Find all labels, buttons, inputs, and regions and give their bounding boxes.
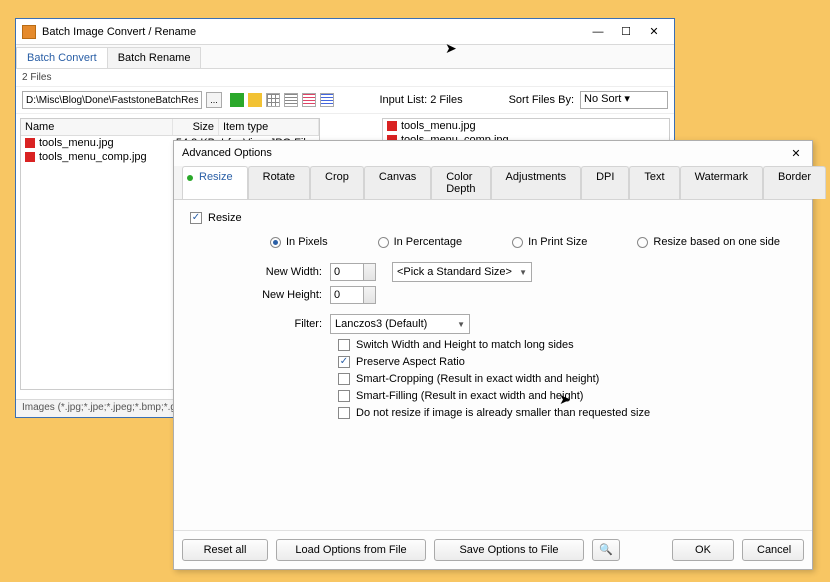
- height-spinner[interactable]: [364, 286, 376, 304]
- sort-label: Sort Files By:: [509, 94, 574, 106]
- close-button[interactable]: ✕: [640, 22, 668, 42]
- opt-switch-wh-checkbox[interactable]: [338, 339, 350, 351]
- radio-print-size[interactable]: In Print Size: [512, 236, 587, 248]
- tab-batch-rename[interactable]: Batch Rename: [107, 47, 202, 68]
- resize-checkbox[interactable]: [190, 212, 202, 224]
- file-count-label: 2 Files: [16, 69, 674, 87]
- preview-button[interactable]: 🔍: [592, 539, 620, 561]
- file-icon: [387, 121, 397, 131]
- path-input[interactable]: [22, 91, 202, 109]
- close-icon[interactable]: ✕: [788, 147, 804, 160]
- browse-button[interactable]: ...: [206, 92, 222, 108]
- filter-combo[interactable]: Lanczos3 (Default)▼: [330, 314, 470, 334]
- tab-crop[interactable]: Crop: [310, 166, 364, 199]
- tab-watermark[interactable]: Watermark: [680, 166, 763, 199]
- col-size[interactable]: Size: [173, 119, 219, 135]
- folder-up-icon[interactable]: [230, 93, 244, 107]
- tab-color-depth[interactable]: Color Depth: [431, 166, 490, 199]
- thumbnails-icon[interactable]: [266, 93, 280, 107]
- radio-one-side[interactable]: Resize based on one side: [637, 236, 780, 248]
- radio-percentage[interactable]: In Percentage: [378, 236, 463, 248]
- save-options-button[interactable]: Save Options to File: [434, 539, 584, 561]
- file-icon: [25, 138, 35, 148]
- opt-smart-cropping-checkbox[interactable]: [338, 373, 350, 385]
- radio-pixels[interactable]: In Pixels: [270, 236, 328, 248]
- list-item[interactable]: tools_menu.jpg: [383, 119, 669, 133]
- advanced-options-dialog: Advanced Options ✕ Resize Rotate Crop Ca…: [173, 140, 813, 570]
- opt-no-upscale-checkbox[interactable]: [338, 407, 350, 419]
- path-row: ... Input List: 2 Files Sort Files By: N…: [16, 87, 674, 114]
- resize-checkbox-label: Resize: [208, 212, 242, 224]
- maximize-button[interactable]: ☐: [612, 22, 640, 42]
- new-height-input[interactable]: [330, 286, 364, 304]
- view-details-icon[interactable]: [302, 93, 316, 107]
- width-spinner[interactable]: [364, 263, 376, 281]
- dialog-title: Advanced Options: [182, 147, 272, 160]
- opt-preserve-aspect-checkbox[interactable]: [338, 356, 350, 368]
- app-icon: [22, 25, 36, 39]
- tab-text[interactable]: Text: [629, 166, 679, 199]
- new-height-label: New Height:: [190, 289, 330, 301]
- input-list-label: Input List: 2 Files: [379, 94, 462, 106]
- view-list-icon[interactable]: [284, 93, 298, 107]
- file-icon: [25, 152, 35, 162]
- minimize-button[interactable]: —: [584, 22, 612, 42]
- tab-batch-convert[interactable]: Batch Convert: [16, 47, 108, 68]
- view-tiles-icon[interactable]: [320, 93, 334, 107]
- new-width-input[interactable]: [330, 263, 364, 281]
- tab-resize[interactable]: Resize: [182, 166, 248, 199]
- opt-smart-filling-checkbox[interactable]: [338, 390, 350, 402]
- filter-label: Filter:: [190, 318, 330, 330]
- tab-adjustments[interactable]: Adjustments: [491, 166, 582, 199]
- tab-canvas[interactable]: Canvas: [364, 166, 431, 199]
- tab-border[interactable]: Border: [763, 166, 826, 199]
- folder-icon[interactable]: [248, 93, 262, 107]
- titlebar: Batch Image Convert / Rename — ☐ ✕: [16, 19, 674, 45]
- col-name[interactable]: Name: [21, 119, 173, 135]
- tab-dpi[interactable]: DPI: [581, 166, 629, 199]
- new-width-label: New Width:: [190, 266, 330, 278]
- tab-rotate[interactable]: Rotate: [248, 166, 310, 199]
- ok-button[interactable]: OK: [672, 539, 734, 561]
- window-title: Batch Image Convert / Rename: [42, 26, 584, 38]
- sort-select[interactable]: No Sort ▾: [580, 91, 668, 109]
- reset-all-button[interactable]: Reset all: [182, 539, 268, 561]
- standard-size-combo[interactable]: <Pick a Standard Size>▼: [392, 262, 532, 282]
- main-tabs: Batch Convert Batch Rename: [16, 45, 674, 69]
- cancel-button[interactable]: Cancel: [742, 539, 804, 561]
- dialog-tabs: Resize Rotate Crop Canvas Color Depth Ad…: [174, 166, 812, 200]
- col-type[interactable]: Item type: [219, 119, 319, 135]
- load-options-button[interactable]: Load Options from File: [276, 539, 426, 561]
